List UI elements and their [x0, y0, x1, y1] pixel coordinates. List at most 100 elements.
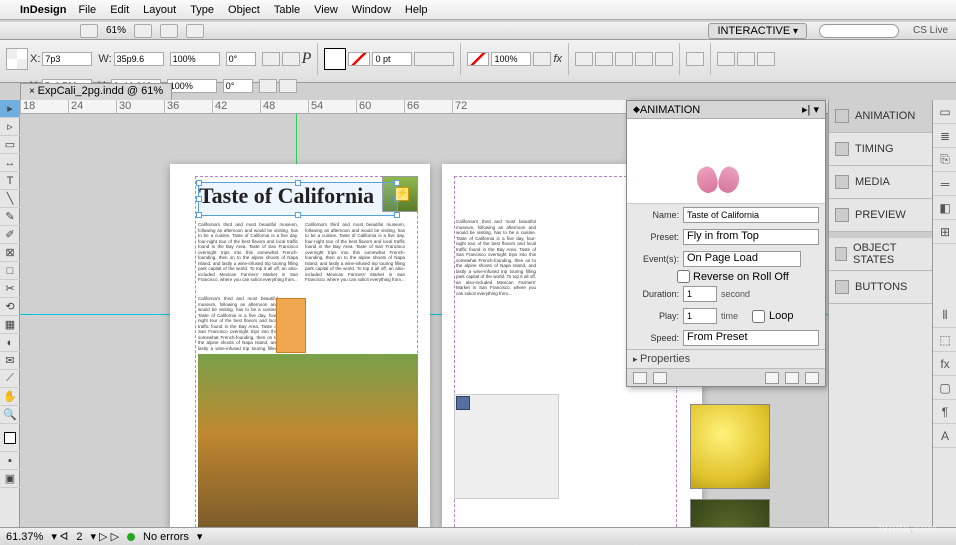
text-wrap-shape-icon[interactable]	[615, 52, 633, 66]
page-status[interactable]: 2	[76, 531, 82, 543]
pen-tool[interactable]: ✎	[0, 208, 20, 226]
apply-color-icon[interactable]: ▪	[0, 452, 20, 470]
object-styles-icon[interactable]: ▢	[933, 376, 956, 400]
animation-panel-tab[interactable]: ◆ ANIMATION▸| ▾	[627, 101, 825, 119]
hand-tool[interactable]: ✋	[0, 388, 20, 406]
w-field[interactable]	[114, 52, 164, 66]
body-text-1[interactable]: California's third and most beautiful mu…	[198, 222, 298, 294]
screen-mode-icon[interactable]	[160, 24, 178, 38]
body-text-2[interactable]: California's third and most beautiful mu…	[305, 222, 405, 347]
menu-file[interactable]: File	[78, 4, 96, 16]
arrange-icon[interactable]	[186, 24, 204, 38]
bridge-icon[interactable]	[80, 24, 98, 38]
stroke-style[interactable]	[414, 52, 454, 66]
preset-dropdown[interactable]: Fly in from Top	[683, 229, 819, 245]
reverse-checkbox[interactable]	[677, 270, 690, 283]
search-input[interactable]	[819, 24, 899, 38]
page-tool[interactable]: ▭	[0, 136, 20, 154]
drop-shadow-icon[interactable]	[533, 52, 551, 66]
menu-layout[interactable]: Layout	[143, 4, 176, 16]
char-panel-icon[interactable]: P	[302, 50, 312, 68]
fill-stroke-swatch[interactable]	[324, 48, 346, 70]
color-icon[interactable]: ◧	[933, 196, 956, 220]
cs-live[interactable]: CS Live	[913, 25, 948, 36]
no-fill-icon[interactable]	[348, 52, 370, 66]
pathfinder-icon[interactable]: ⬚	[933, 328, 956, 352]
rectangle-tool[interactable]: □	[0, 262, 20, 280]
text-wrap-bbox-icon[interactable]	[595, 52, 613, 66]
menu-view[interactable]: View	[314, 4, 338, 16]
type-tool[interactable]: T	[0, 172, 20, 190]
effects-icon[interactable]: fx	[933, 352, 956, 376]
menu-edit[interactable]: Edit	[110, 4, 129, 16]
fit-content-icon[interactable]	[717, 52, 735, 66]
flip-v-icon[interactable]	[279, 79, 297, 93]
document-tab[interactable]: × ExpCali_2pg.indd @ 61%	[20, 83, 172, 100]
animation-name-field[interactable]	[683, 207, 819, 223]
body-text-3[interactable]: California's third and most beautiful mu…	[198, 296, 278, 351]
stroke-weight[interactable]	[372, 52, 412, 66]
loop-checkbox[interactable]	[752, 310, 765, 323]
shear-field[interactable]	[223, 79, 253, 93]
x-field[interactable]	[42, 52, 92, 66]
panel-object-states[interactable]: OBJECT STATES	[829, 238, 932, 271]
line-tool[interactable]: ╲	[0, 190, 20, 208]
rotate-ccw-icon[interactable]	[259, 79, 277, 93]
note-tool[interactable]: ✉	[0, 352, 20, 370]
image-lemon[interactable]	[690, 404, 770, 489]
animation-adorner-icon[interactable]: ⚡	[395, 187, 409, 201]
panel-animation[interactable]: ANIMATION	[829, 100, 932, 133]
rotate-field[interactable]	[226, 52, 256, 66]
align-icon[interactable]: ⫴	[933, 304, 956, 328]
preflight-status[interactable]: No errors	[143, 531, 189, 543]
menu-object[interactable]: Object	[228, 4, 260, 16]
pencil-tool[interactable]: ✐	[0, 226, 20, 244]
duration-field[interactable]	[683, 286, 717, 302]
fx-button[interactable]: fx	[553, 53, 562, 65]
convert-path-icon[interactable]	[765, 372, 779, 384]
paragraph-styles-icon[interactable]: ¶	[933, 400, 956, 424]
panel-timing[interactable]: TIMING	[829, 133, 932, 166]
image-avocado[interactable]	[690, 499, 770, 527]
eyedropper-tool[interactable]: ⟋	[0, 370, 20, 388]
menu-help[interactable]: Help	[405, 4, 428, 16]
zoom-tool[interactable]: 🔍	[0, 406, 20, 424]
fill-stroke-toolbox[interactable]	[0, 424, 20, 452]
events-dropdown[interactable]: On Page Load	[683, 251, 801, 267]
zoom-status[interactable]: 61.37%	[6, 531, 43, 543]
photo-main[interactable]	[198, 354, 418, 527]
opacity-field[interactable]	[491, 52, 531, 66]
show-proxy-icon[interactable]	[653, 372, 667, 384]
reference-point-icon[interactable]	[6, 48, 28, 70]
links-icon[interactable]: ⎘	[933, 148, 956, 172]
view-mode-icon[interactable]: ▣	[0, 470, 20, 488]
menu-type[interactable]: Type	[190, 4, 214, 16]
view-options-icon[interactable]	[134, 24, 152, 38]
scalex-field[interactable]	[170, 52, 220, 66]
animation-panel[interactable]: ◆ ANIMATION▸| ▾ Name: Preset:Fly in from…	[626, 100, 826, 387]
menu-window[interactable]: Window	[352, 4, 391, 16]
selection-tool[interactable]: ▸	[0, 100, 20, 118]
layers-icon[interactable]: ≣	[933, 124, 956, 148]
direct-selection-tool[interactable]: ▹	[0, 118, 20, 136]
show-timing-icon[interactable]	[785, 372, 799, 384]
rotate-cw-icon[interactable]	[262, 52, 280, 66]
app-name[interactable]: InDesign	[20, 4, 66, 16]
gradient-tool[interactable]: ▦	[0, 316, 20, 334]
free-transform-tool[interactable]: ⟲	[0, 298, 20, 316]
fx-none-icon[interactable]	[467, 52, 489, 66]
swatches-icon[interactable]: ⊞	[933, 220, 956, 244]
title-text-frame[interactable]: Taste of California ⚡	[198, 182, 398, 216]
rectangle-frame-tool[interactable]: ⊠	[0, 244, 20, 262]
gradient-feather-tool[interactable]: ◐	[0, 334, 20, 352]
pages-icon[interactable]: ▭	[933, 100, 956, 124]
text-wrap-column-icon[interactable]	[655, 52, 673, 66]
character-styles-icon[interactable]: A	[933, 424, 956, 448]
fit-frame-icon[interactable]	[737, 52, 755, 66]
event-add-icon[interactable]	[805, 252, 819, 266]
page-left[interactable]: Taste of California ⚡ California's third…	[170, 164, 430, 527]
trash-icon[interactable]	[805, 372, 819, 384]
scissors-tool[interactable]: ✂	[0, 280, 20, 298]
center-content-icon[interactable]	[757, 52, 775, 66]
body-text-4[interactable]: California's third and most beautiful mu…	[456, 219, 536, 339]
